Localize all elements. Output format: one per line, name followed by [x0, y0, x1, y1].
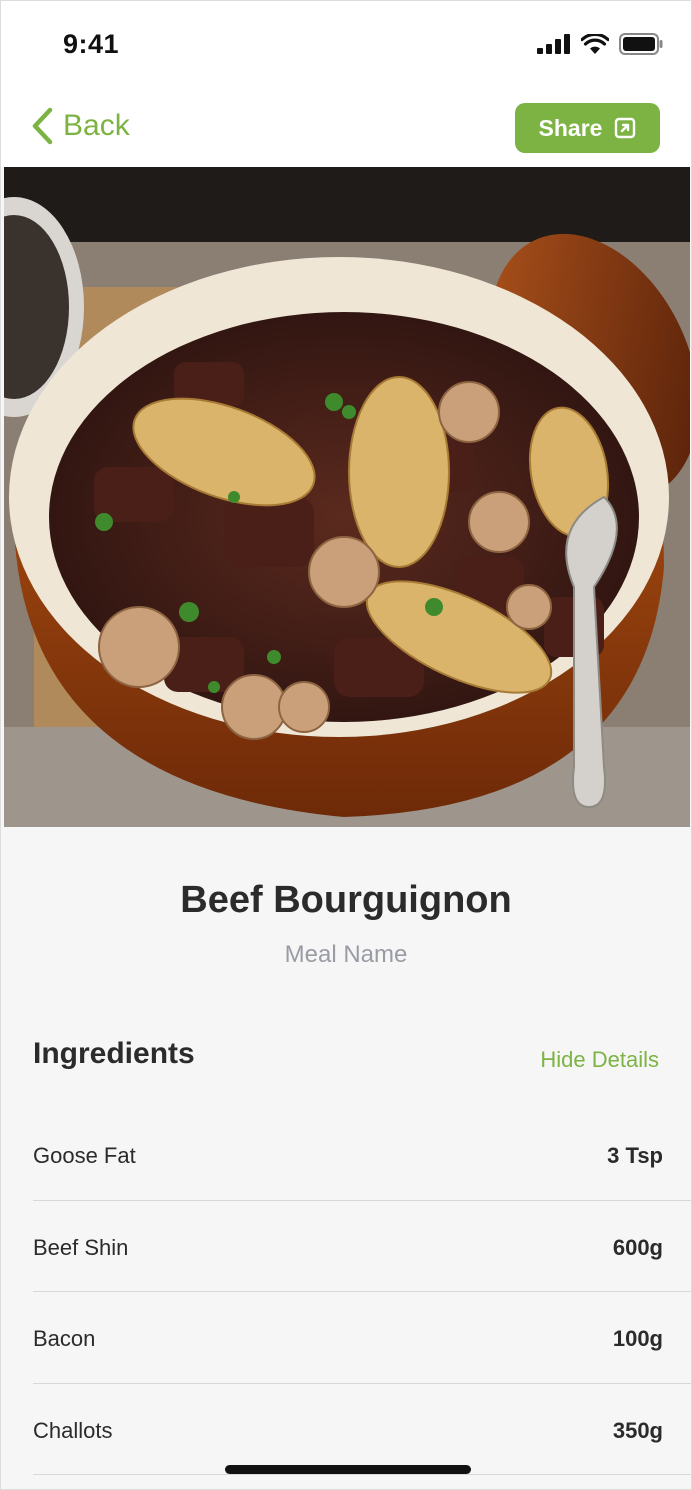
ingredient-name: Goose Fat: [33, 1143, 136, 1168]
home-indicator[interactable]: [225, 1465, 471, 1474]
ingredient-quantity: 3 Tsp: [607, 1143, 663, 1168]
wifi-icon: [581, 34, 609, 54]
ingredient-quantity: 350g: [612, 1417, 663, 1443]
meal-photo: [4, 167, 690, 827]
back-button[interactable]: Back: [31, 107, 130, 145]
ingredient-row: Bacon 100g: [33, 1292, 691, 1384]
ingredient-row: Goose Fat 3 Tsp: [33, 1109, 691, 1201]
meal-subtitle: Meal Name: [284, 941, 408, 968]
share-button[interactable]: Share: [515, 103, 660, 153]
external-link-icon: [615, 117, 636, 139]
back-label: Back: [63, 109, 130, 142]
phone-screen: 9:41 Back Share Beef Bourguignon Meal Na…: [0, 0, 692, 1490]
ingredient-quantity: 100g: [612, 1326, 663, 1351]
chevron-left-icon: [32, 107, 53, 145]
ingredient-name: Bacon: [33, 1326, 96, 1351]
ingredient-name: Challots: [33, 1417, 113, 1443]
ingredient-row: Beef Shin 600g: [33, 1201, 691, 1292]
nav-bar: Back Share: [1, 89, 691, 167]
status-time: 9:41: [63, 29, 120, 59]
battery-icon: [619, 33, 663, 55]
meal-details: Beef Bourguignon Meal Name Ingredients H…: [1, 827, 691, 1489]
share-label: Share: [538, 114, 603, 141]
meal-title: Beef Bourguignon: [180, 879, 512, 921]
signal-icon: [537, 34, 570, 54]
status-icons: [537, 33, 663, 55]
ingredient-quantity: 600g: [612, 1234, 663, 1260]
status-bar: 9:41: [1, 1, 691, 89]
ingredient-list: Goose Fat 3 Tsp Beef Shin 600g Bacon 100…: [33, 1109, 691, 1475]
ingredient-name: Beef Shin: [33, 1234, 129, 1260]
ingredient-row: Challots 350g: [33, 1384, 691, 1475]
hide-details-link[interactable]: Hide Details: [540, 1047, 659, 1073]
ingredients-header: Ingredients: [33, 1037, 195, 1070]
